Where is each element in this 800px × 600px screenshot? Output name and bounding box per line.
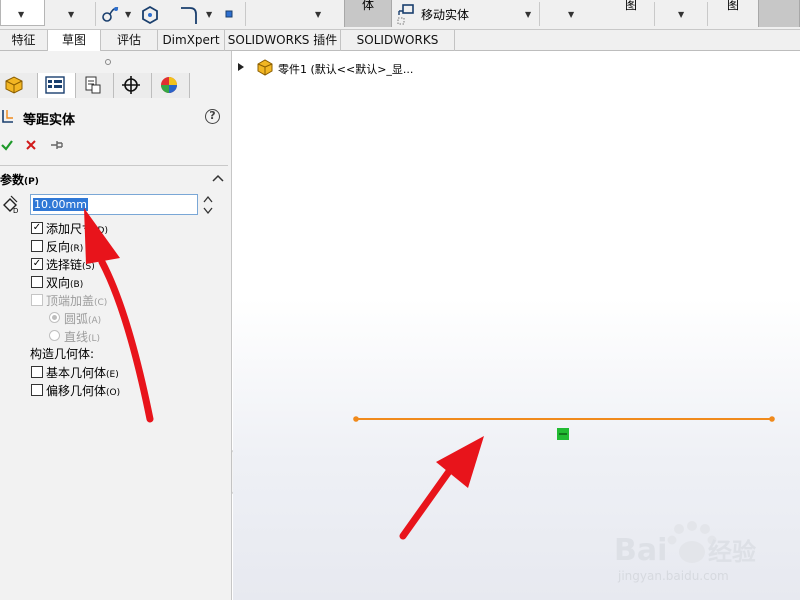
annotation-overlay (84, 208, 484, 540)
annotation-arrow (399, 466, 454, 540)
annotation-arrowhead (84, 208, 120, 264)
annotation-arrow (98, 258, 154, 423)
